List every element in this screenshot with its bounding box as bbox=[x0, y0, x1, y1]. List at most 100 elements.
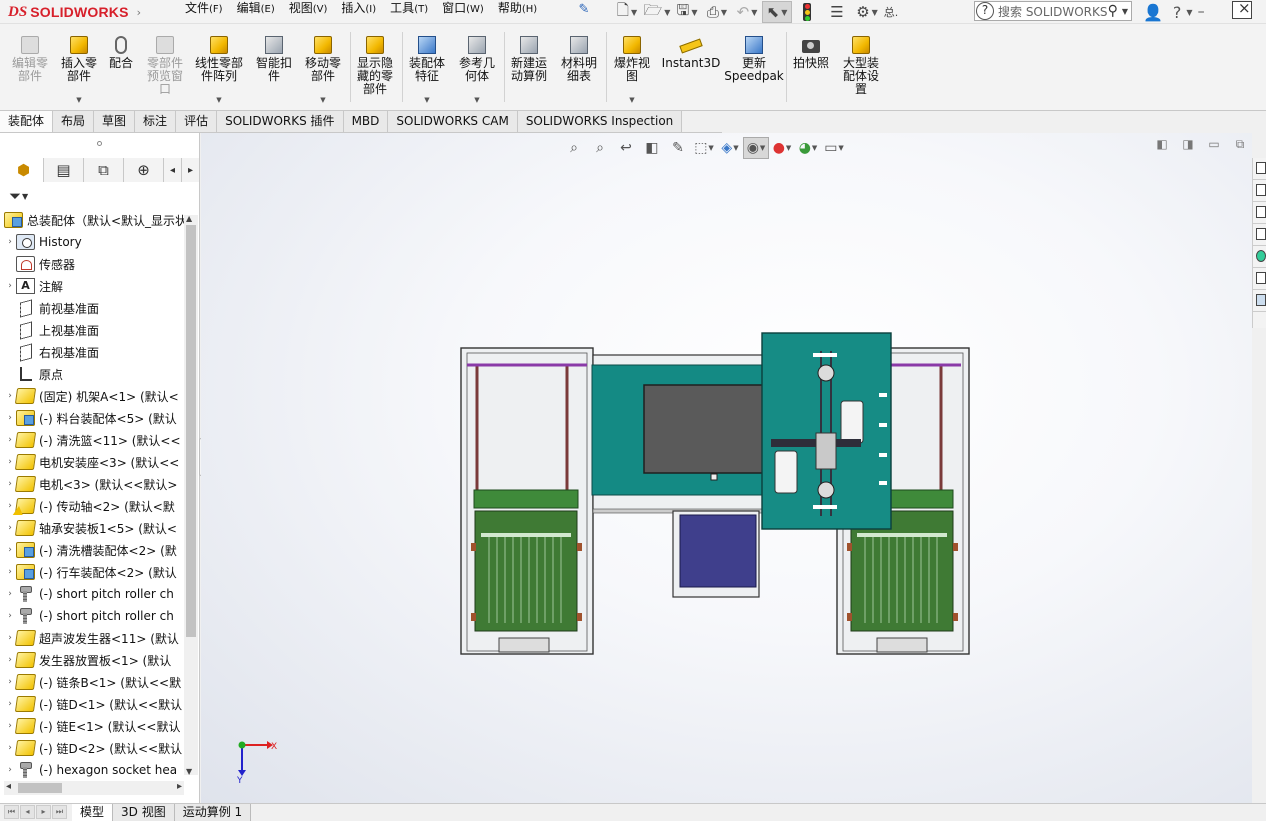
chevron-down-icon[interactable]: ▼ bbox=[1122, 7, 1128, 16]
edit-appearance-button[interactable]: ● ▼ bbox=[769, 137, 795, 159]
tabs-scroll-right[interactable]: ▸ bbox=[182, 158, 200, 182]
prev-tab-icon[interactable]: ◂ bbox=[20, 805, 35, 819]
apply-scene-button[interactable]: ◕ ▼ bbox=[795, 137, 821, 159]
doc-minimize-icon[interactable]: ▭ bbox=[1201, 137, 1227, 151]
help-icon[interactable]: ? bbox=[976, 2, 994, 20]
tree-filter[interactable]: ⏷ ▼ bbox=[4, 185, 200, 207]
tree-item[interactable]: › (-) hexagon socket hea bbox=[4, 759, 184, 781]
expand-arrow-icon[interactable]: › bbox=[4, 435, 16, 445]
tab-0[interactable]: 装配体 bbox=[0, 111, 54, 133]
tree-item[interactable]: › (-) short pitch roller ch bbox=[4, 605, 184, 627]
scrollbar-thumb[interactable] bbox=[186, 225, 196, 637]
ribbon-large-assembly-button[interactable]: 大型装 配体设 置 bbox=[836, 34, 886, 104]
tree-item[interactable]: › 电机安装座<3> (默认<< bbox=[4, 451, 184, 473]
chevron-down-icon[interactable]: ▼ bbox=[320, 96, 325, 104]
tree-item[interactable]: › (-) 料台装配体<5> (默认 bbox=[4, 407, 184, 429]
view-orientation-button[interactable]: ⬚ ▼ bbox=[691, 137, 717, 159]
tree-item[interactable]: › 超声波发生器<11> (默认 bbox=[4, 627, 184, 649]
left-washing-station[interactable] bbox=[460, 347, 594, 655]
tree-item[interactable]: › (-) short pitch roller ch bbox=[4, 583, 184, 605]
tree-item[interactable]: › 轴承安装板1<5> (默认< bbox=[4, 517, 184, 539]
previous-view-button[interactable]: ↩ bbox=[613, 137, 639, 159]
task-pane-custom-properties[interactable] bbox=[1253, 268, 1266, 290]
expand-arrow-icon[interactable]: › bbox=[4, 699, 16, 709]
tree-item[interactable]: 上视基准面 bbox=[4, 319, 184, 341]
ribbon-edit-component-button[interactable]: 编辑零 部件 bbox=[8, 34, 52, 104]
tree-item[interactable]: › (-) 清洗篮<11> (默认<< bbox=[4, 429, 184, 451]
expand-arrow-icon[interactable]: › bbox=[4, 545, 16, 555]
ribbon-exploded-view-button[interactable]: 爆炸视 图 ▼ bbox=[608, 34, 656, 104]
section-view-button[interactable]: ◧ bbox=[639, 137, 665, 159]
expand-arrow-icon[interactable]: › bbox=[4, 391, 16, 401]
expand-arrow-icon[interactable]: › bbox=[4, 677, 16, 687]
tree-item[interactable]: 传感器 bbox=[4, 253, 184, 275]
ribbon-show-hidden-button[interactable]: 显示隐 藏的零 部件 bbox=[352, 34, 398, 104]
chevron-down-icon[interactable]: ▼ bbox=[629, 96, 634, 104]
ribbon-insert-component-button[interactable]: 插入零 部件 ▼ bbox=[56, 34, 102, 104]
tile-left-icon[interactable]: ◧ bbox=[1149, 137, 1175, 151]
tab-property-manager[interactable]: ▤ bbox=[44, 158, 84, 182]
new-document-button[interactable]: 🗋 ▼ bbox=[612, 1, 642, 23]
task-pane-home[interactable] bbox=[1253, 158, 1266, 180]
menu-tools[interactable]: 工具(T) bbox=[383, 0, 435, 24]
tab-5[interactable]: SOLIDWORKS 插件 bbox=[217, 111, 344, 133]
expand-arrow-icon[interactable]: › bbox=[4, 765, 16, 775]
next-tab-icon[interactable]: ▸ bbox=[36, 805, 51, 819]
menu-view[interactable]: 视图(V) bbox=[282, 0, 335, 24]
tab-3[interactable]: 标注 bbox=[135, 111, 177, 133]
dynamic-annotation-button[interactable]: ✎ bbox=[665, 137, 691, 159]
user-icon[interactable]: 👤 bbox=[1143, 3, 1163, 22]
open-button[interactable]: 🗁 ▼ bbox=[642, 1, 672, 23]
ribbon-component-preview-button[interactable]: 零部件 预览窗 口 bbox=[142, 34, 188, 104]
first-tab-icon[interactable]: ⏮ bbox=[4, 805, 19, 819]
expand-arrow-icon[interactable]: › bbox=[4, 237, 16, 247]
tile-right-icon[interactable]: ◨ bbox=[1175, 137, 1201, 151]
scroll-right-icon[interactable]: ▸ bbox=[177, 781, 182, 792]
zoom-to-area-button[interactable]: ⌕ bbox=[587, 137, 613, 159]
bottom-tab-2[interactable]: 运动算例 1 bbox=[174, 804, 252, 821]
ribbon-assembly-features-button[interactable]: 装配体 特征 ▼ bbox=[404, 34, 450, 104]
scrollbar-thumb[interactable] bbox=[18, 783, 62, 793]
chevron-down-icon[interactable]: ▼ bbox=[474, 96, 479, 104]
tree-item[interactable]: › (固定) 机架A<1> (默认< bbox=[4, 385, 184, 407]
ribbon-bom-button[interactable]: 材料明 细表 bbox=[556, 34, 602, 104]
chevron-down-icon[interactable]: ▼ bbox=[1186, 8, 1192, 17]
expand-arrow-icon[interactable]: › bbox=[4, 655, 16, 665]
zoom-to-fit-button[interactable]: ⌕ bbox=[561, 137, 587, 159]
restore-window-button[interactable] bbox=[1232, 0, 1252, 19]
tab-dimxpert-manager[interactable]: ⊕ bbox=[124, 158, 164, 182]
last-tab-icon[interactable]: ⏭ bbox=[52, 805, 67, 819]
tab-configuration-manager[interactable]: ⧉ bbox=[84, 158, 124, 182]
task-pane-forum[interactable] bbox=[1253, 290, 1266, 312]
ribbon-snapshot-button[interactable]: 拍快照 bbox=[788, 34, 834, 104]
hide-show-items-button[interactable]: ◉ ▼ bbox=[743, 137, 769, 159]
chevron-down-icon[interactable]: ▼ bbox=[76, 96, 81, 104]
expand-arrow-icon[interactable]: › bbox=[4, 721, 16, 731]
graphics-area[interactable]: X Y ⌕ ⌕ ↩ ◧ ✎ ⬚ ▼ ◈ ▼ ◉ ▼ ● ▼ ◕ ▼ ▭ ▼ ◧ ◨ ▭ ⧉ … bbox=[201, 133, 1252, 803]
tab-4[interactable]: 评估 bbox=[176, 111, 218, 133]
ribbon-linear-pattern-button[interactable]: 线性零部 件阵列 ▼ bbox=[190, 34, 248, 104]
help-question-icon[interactable]: ? bbox=[1173, 3, 1182, 22]
menu-window[interactable]: 窗口(W) bbox=[435, 0, 491, 24]
tab-8[interactable]: SOLIDWORKS Inspection bbox=[517, 111, 683, 133]
minimize-icon[interactable]: – bbox=[1198, 4, 1205, 20]
expand-arrow-icon[interactable]: › bbox=[4, 413, 16, 423]
assembly-model-view[interactable]: X Y bbox=[201, 133, 1252, 803]
expand-arrow-icon[interactable]: › bbox=[4, 567, 16, 577]
tab-1[interactable]: 布局 bbox=[53, 111, 95, 133]
tree-item[interactable]: › History bbox=[4, 231, 184, 253]
expand-arrow-icon[interactable]: › bbox=[4, 633, 16, 643]
expand-arrow-icon[interactable]: › bbox=[4, 589, 16, 599]
expand-arrow-icon[interactable]: › bbox=[4, 743, 16, 753]
menu-edit[interactable]: 编辑(E) bbox=[230, 0, 282, 24]
task-pane-design-library[interactable] bbox=[1253, 202, 1266, 224]
task-pane-appearances[interactable] bbox=[1253, 246, 1266, 268]
tree-item[interactable]: › (-) 清洗槽装配体<2> (默 bbox=[4, 539, 184, 561]
menu-help[interactable]: 帮助(H) bbox=[491, 0, 544, 24]
expand-arrow-icon[interactable]: › bbox=[4, 523, 16, 533]
tree-item[interactable]: › 发生器放置板<1> (默认 bbox=[4, 649, 184, 671]
task-pane-resources[interactable] bbox=[1253, 180, 1266, 202]
file-properties-button[interactable]: ☰ bbox=[822, 1, 852, 23]
tree-vertical-scrollbar[interactable]: ▲ ▼ bbox=[184, 214, 198, 776]
tree-root-assembly[interactable]: 总装配体（默认<默认_显示状 bbox=[4, 209, 184, 231]
